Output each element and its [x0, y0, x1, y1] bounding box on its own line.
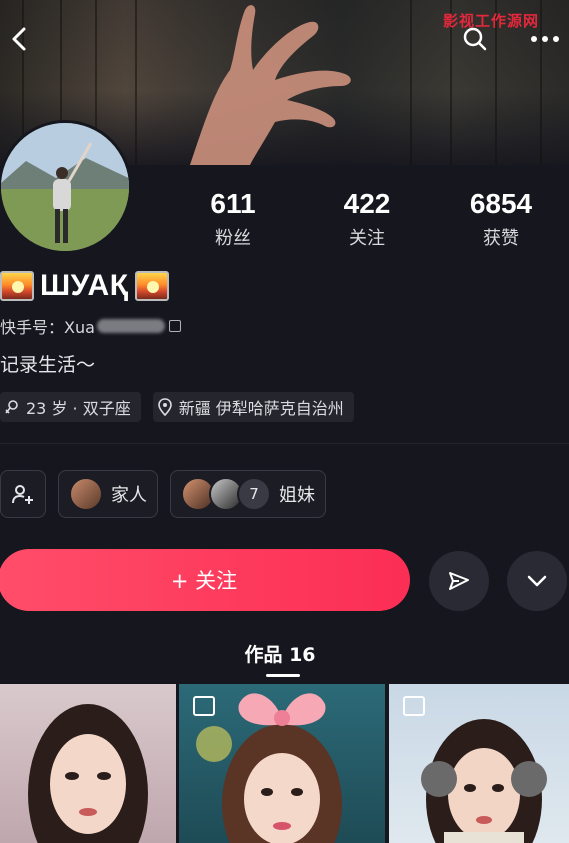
more-dots-icon [531, 36, 559, 42]
follow-button-label: + 关注 [170, 569, 238, 593]
search-icon [463, 27, 487, 51]
relation-family[interactable]: 家人 [58, 470, 158, 518]
profile-bio: 记录生活～ [0, 354, 96, 376]
hand-photo [190, 5, 351, 165]
follow-button[interactable]: + 关注 [0, 549, 410, 611]
relation-sisters[interactable]: 7 姐妹 [170, 470, 326, 518]
followers-label: 粉丝 [215, 228, 251, 249]
age-gender-icon [5, 400, 18, 414]
copy-icon[interactable] [168, 320, 181, 332]
relations-row: 家人 7 姐妹 [0, 470, 326, 518]
id-blur-mask [96, 319, 165, 333]
sisters-avatar-stack: 7 [181, 477, 271, 511]
work-thumbnail[interactable] [0, 684, 176, 843]
location-pin-icon [157, 398, 172, 416]
image-post-icon [193, 696, 215, 716]
add-relation-button[interactable] [0, 470, 46, 518]
tab-active-indicator [266, 674, 300, 677]
avatar[interactable] [0, 120, 132, 254]
tag-age-text: 23 岁 · 双子座 [26, 399, 131, 418]
profile-name-row: ШУАҚ [0, 266, 169, 306]
section-divider [0, 443, 569, 444]
profile-name: ШУАҚ [40, 269, 129, 302]
stats-bar: 611 粉丝 422 关注 6854 获赞 [170, 186, 569, 256]
tag-age: 23 岁 · 双子座 [0, 392, 141, 422]
relation-family-label: 家人 [111, 485, 147, 506]
following-count: 422 [343, 188, 391, 219]
work-thumbnail[interactable] [389, 684, 569, 843]
sister-count: 7 [237, 477, 271, 511]
stat-followers[interactable]: 611 粉丝 [168, 186, 298, 250]
expand-button[interactable] [507, 551, 567, 611]
sunset-emoji-icon [0, 271, 34, 301]
following-label: 关注 [349, 228, 385, 249]
add-user-icon [12, 485, 33, 504]
work-thumbnail[interactable] [179, 684, 385, 843]
search-button[interactable] [458, 22, 492, 56]
likes-label: 获赞 [483, 228, 519, 249]
back-button[interactable] [2, 22, 36, 56]
chevron-down-icon [527, 575, 547, 587]
share-button[interactable] [429, 551, 489, 611]
image-post-icon [403, 696, 425, 716]
kuaishou-id-label: 快手号：Xua [0, 318, 95, 337]
tag-location: 新疆 伊犁哈萨克自治州 [152, 392, 354, 422]
send-icon [449, 572, 469, 590]
back-chevron-icon [12, 27, 26, 51]
tag-location-text: 新疆 伊犁哈萨克自治州 [178, 399, 344, 418]
tab-works[interactable]: 作品 16 [230, 640, 330, 667]
portrait-photo [28, 704, 148, 843]
sunset-emoji-icon [134, 271, 169, 301]
family-avatar [69, 477, 103, 511]
stat-following[interactable]: 422 关注 [302, 186, 432, 250]
avatar-photo [1, 123, 129, 251]
followers-count: 611 [210, 188, 256, 219]
profile-tags: 23 岁 · 双子座 新疆 伊犁哈萨克自治州 [0, 392, 354, 422]
stat-likes[interactable]: 6854 获赞 [436, 186, 566, 250]
more-button[interactable] [528, 22, 562, 56]
likes-count: 6854 [469, 188, 533, 219]
kuaishou-id-row[interactable]: 快手号：Xua [0, 314, 181, 338]
relation-sisters-label: 姐妹 [279, 485, 315, 506]
